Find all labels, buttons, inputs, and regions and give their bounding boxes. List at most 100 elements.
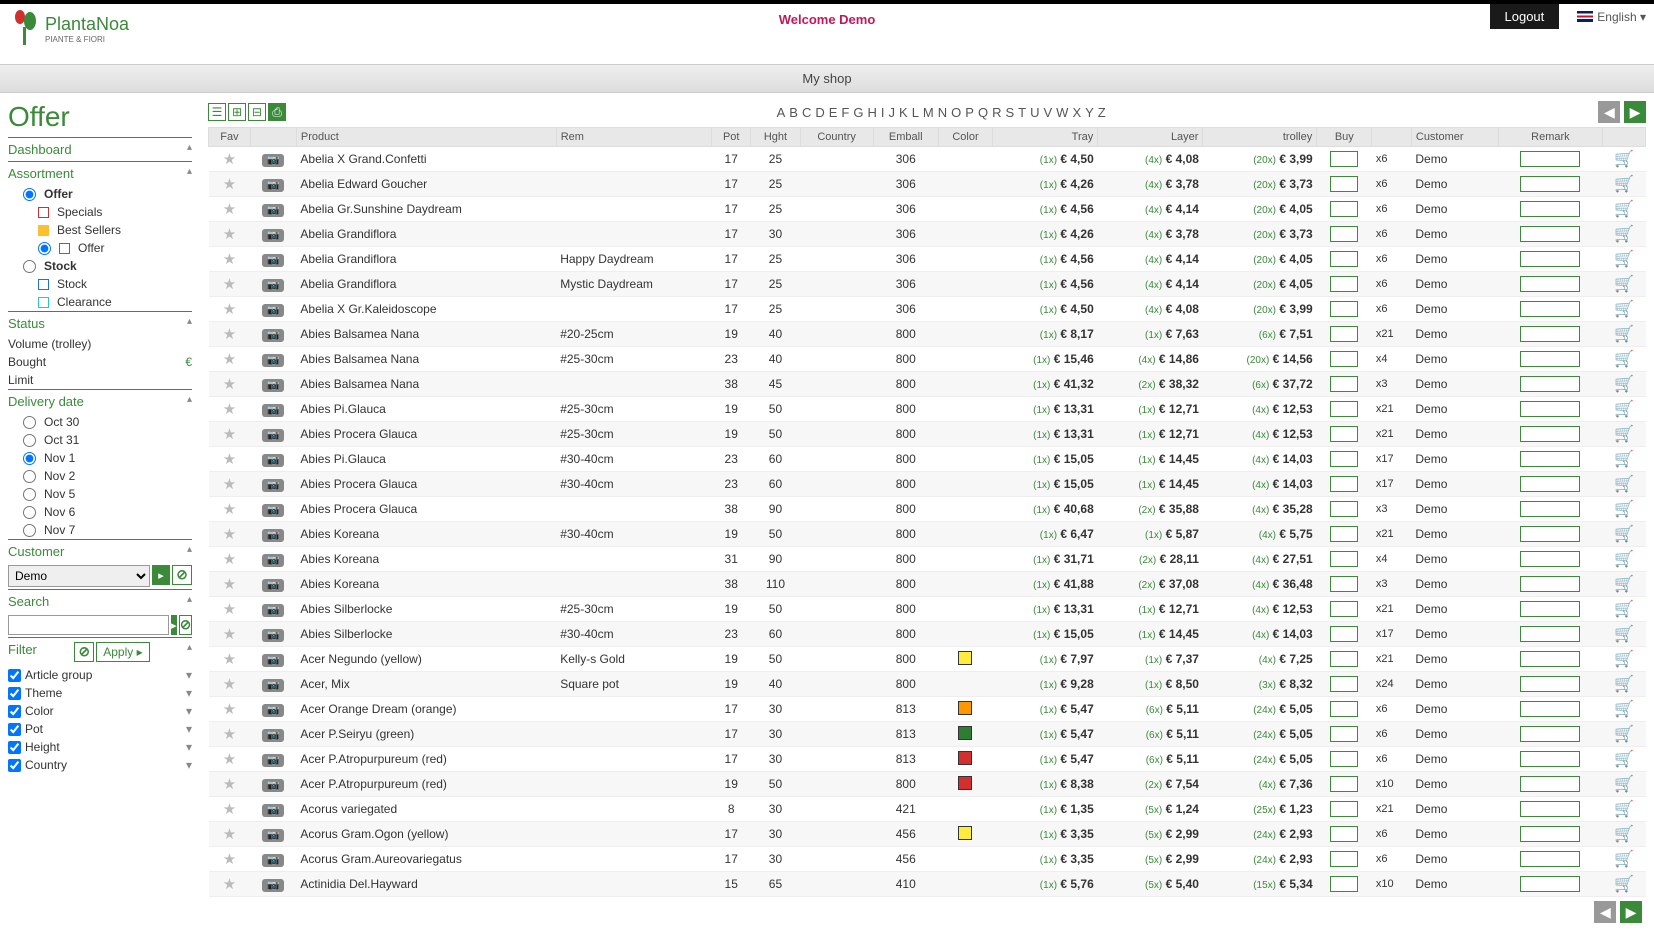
customer-section[interactable]: Customer: [8, 539, 192, 563]
cart-icon[interactable]: 🛒: [1614, 851, 1634, 868]
remark-input[interactable]: [1520, 326, 1580, 342]
remark-input[interactable]: [1520, 526, 1580, 542]
camera-icon[interactable]: 📷: [262, 629, 284, 642]
buy-input[interactable]: [1330, 551, 1358, 567]
cart-icon[interactable]: 🛒: [1614, 251, 1634, 268]
buy-input[interactable]: [1330, 376, 1358, 392]
clearance-item[interactable]: Clearance: [8, 293, 192, 311]
buy-input[interactable]: [1330, 876, 1358, 892]
col-Hght[interactable]: Hght: [751, 128, 800, 147]
camera-icon[interactable]: 📷: [262, 879, 284, 892]
date-nov6[interactable]: Nov 6: [8, 503, 192, 521]
filter-clear[interactable]: ⊘: [74, 642, 94, 662]
fav-star[interactable]: ★: [209, 422, 251, 447]
buy-input[interactable]: [1330, 576, 1358, 592]
remark-input[interactable]: [1520, 676, 1580, 692]
alpha-J[interactable]: J: [888, 105, 899, 120]
col-Customer[interactable]: Customer: [1411, 128, 1498, 147]
filter-theme[interactable]: Theme▾: [8, 684, 192, 702]
remark-input[interactable]: [1520, 401, 1580, 417]
search-clear[interactable]: ⊘: [179, 615, 192, 635]
cart-icon[interactable]: 🛒: [1614, 526, 1634, 543]
camera-icon[interactable]: 📷: [262, 854, 284, 867]
cart-icon[interactable]: 🛒: [1614, 776, 1634, 793]
fav-star[interactable]: ★: [209, 722, 251, 747]
buy-input[interactable]: [1330, 701, 1358, 717]
fav-star[interactable]: ★: [209, 272, 251, 297]
buy-input[interactable]: [1330, 601, 1358, 617]
filter-height[interactable]: Height▾: [8, 738, 192, 756]
date-oct31[interactable]: Oct 31: [8, 431, 192, 449]
camera-icon[interactable]: 📷: [262, 604, 284, 617]
remark-input[interactable]: [1520, 826, 1580, 842]
fav-star[interactable]: ★: [209, 772, 251, 797]
camera-icon[interactable]: 📷: [262, 154, 284, 167]
fav-star[interactable]: ★: [209, 872, 251, 897]
cart-icon[interactable]: 🛒: [1614, 201, 1634, 218]
buy-input[interactable]: [1330, 301, 1358, 317]
buy-input[interactable]: [1330, 851, 1358, 867]
filter-color[interactable]: Color▾: [8, 702, 192, 720]
offer-item[interactable]: Offer: [8, 239, 192, 257]
remark-input[interactable]: [1520, 751, 1580, 767]
col-Pot[interactable]: Pot: [712, 128, 751, 147]
camera-icon[interactable]: 📷: [262, 779, 284, 792]
alpha-T[interactable]: T: [1017, 105, 1029, 120]
fav-star[interactable]: ★: [209, 822, 251, 847]
col-icon16[interactable]: [1603, 128, 1646, 147]
prev-page[interactable]: ◀: [1598, 101, 1620, 123]
fav-star[interactable]: ★: [209, 372, 251, 397]
cart-icon[interactable]: 🛒: [1614, 826, 1634, 843]
alpha-A[interactable]: A: [776, 105, 789, 120]
remark-input[interactable]: [1520, 851, 1580, 867]
filter-section[interactable]: Filter⊘Apply ▸: [8, 637, 192, 666]
remark-input[interactable]: [1520, 576, 1580, 592]
camera-icon[interactable]: 📷: [262, 279, 284, 292]
remark-input[interactable]: [1520, 251, 1580, 267]
date-nov5[interactable]: Nov 5: [8, 485, 192, 503]
camera-icon[interactable]: 📷: [262, 679, 284, 692]
camera-icon[interactable]: 📷: [262, 204, 284, 217]
alpha-P[interactable]: P: [964, 105, 977, 120]
date-nov7[interactable]: Nov 7: [8, 521, 192, 539]
stock-group[interactable]: Stock: [8, 257, 192, 275]
fav-star[interactable]: ★: [209, 522, 251, 547]
col-Buy[interactable]: Buy: [1317, 128, 1372, 147]
cart-icon[interactable]: 🛒: [1614, 726, 1634, 743]
camera-icon[interactable]: 📷: [262, 704, 284, 717]
cart-icon[interactable]: 🛒: [1614, 551, 1634, 568]
remark-input[interactable]: [1520, 626, 1580, 642]
fav-star[interactable]: ★: [209, 497, 251, 522]
cart-icon[interactable]: 🛒: [1614, 151, 1634, 168]
fav-star[interactable]: ★: [209, 747, 251, 772]
buy-input[interactable]: [1330, 426, 1358, 442]
remark-input[interactable]: [1520, 801, 1580, 817]
buy-input[interactable]: [1330, 826, 1358, 842]
fav-star[interactable]: ★: [209, 297, 251, 322]
delivery-section[interactable]: Delivery date: [8, 389, 192, 413]
fav-star[interactable]: ★: [209, 672, 251, 697]
remark-input[interactable]: [1520, 726, 1580, 742]
buy-input[interactable]: [1330, 676, 1358, 692]
alpha-H[interactable]: H: [867, 105, 880, 120]
cart-icon[interactable]: 🛒: [1614, 276, 1634, 293]
camera-icon[interactable]: 📷: [262, 304, 284, 317]
fav-star[interactable]: ★: [209, 597, 251, 622]
cart-icon[interactable]: 🛒: [1614, 876, 1634, 893]
remark-input[interactable]: [1520, 476, 1580, 492]
remark-input[interactable]: [1520, 651, 1580, 667]
cart-icon[interactable]: 🛒: [1614, 401, 1634, 418]
view-tiles-icon[interactable]: ⊟: [248, 103, 266, 121]
camera-icon[interactable]: 📷: [262, 729, 284, 742]
camera-icon[interactable]: 📷: [262, 504, 284, 517]
alpha-L[interactable]: L: [911, 105, 922, 120]
remark-input[interactable]: [1520, 426, 1580, 442]
camera-icon[interactable]: 📷: [262, 454, 284, 467]
remark-input[interactable]: [1520, 701, 1580, 717]
cart-icon[interactable]: 🛒: [1614, 226, 1634, 243]
buy-input[interactable]: [1330, 526, 1358, 542]
alpha-B[interactable]: B: [788, 105, 801, 120]
alpha-V[interactable]: V: [1042, 105, 1055, 120]
fav-star[interactable]: ★: [209, 447, 251, 472]
buy-input[interactable]: [1330, 326, 1358, 342]
